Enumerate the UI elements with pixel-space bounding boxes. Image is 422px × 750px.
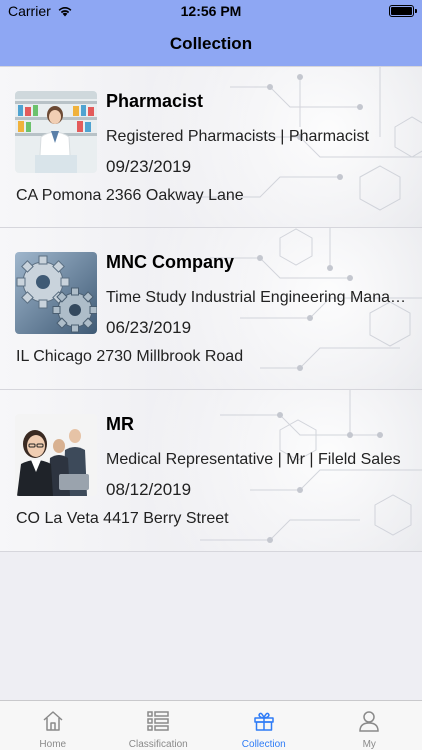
list-item[interactable]: MNC Company Time Study Industrial Engine… (0, 228, 422, 390)
tab-home[interactable]: Home (0, 701, 106, 750)
page-title: Collection (169, 34, 253, 53)
item-description: Registered Pharmacists | Pharmacist (106, 128, 369, 145)
item-title: MNC Company (106, 252, 235, 272)
nav-bar: Collection (0, 22, 422, 66)
item-description: Time Study Industrial Engineering Manage… (106, 289, 406, 306)
item-description: Medical Representative | Mr | Fileld Sal… (106, 451, 401, 468)
item-address: CO La Veta 4417 Berry Street (16, 510, 229, 527)
home-icon (43, 711, 63, 731)
item-date: 06/23/2019 (106, 318, 192, 337)
tab-label: My (362, 739, 376, 750)
tab-collection[interactable]: Collection (211, 701, 317, 750)
status-time: 12:56 PM (180, 3, 242, 19)
battery-icon (389, 5, 417, 17)
item-address: IL Chicago 2730 Millbrook Road (16, 348, 244, 365)
tab-bar: Home Classification Collection My (0, 700, 422, 750)
status-bar: Carrier 12:56 PM (0, 0, 422, 22)
item-date: 09/23/2019 (106, 157, 192, 176)
list-icon (147, 711, 169, 731)
tab-classification[interactable]: Classification (106, 701, 212, 750)
list-item[interactable]: Pharmacist Registered Pharmacists | Phar… (0, 66, 422, 228)
collection-list: Pharmacist Registered Pharmacists | Phar… (0, 66, 422, 552)
item-address: CA Pomona 2366 Oakway Lane (16, 187, 244, 204)
tab-label: Collection (241, 739, 286, 750)
gears-photo (15, 252, 97, 334)
list-item[interactable]: MR Medical Representative | Mr | Fileld … (0, 390, 422, 552)
person-icon (359, 711, 380, 732)
pharmacist-photo (15, 91, 97, 173)
gift-box-icon (254, 712, 274, 731)
tab-my[interactable]: My (317, 701, 422, 750)
item-title: MR (106, 414, 134, 434)
tab-label: Home (39, 739, 67, 750)
item-date: 08/12/2019 (106, 480, 192, 499)
business-team-photo (15, 414, 97, 496)
item-title: Pharmacist (106, 91, 204, 111)
tab-label: Classification (128, 739, 188, 750)
